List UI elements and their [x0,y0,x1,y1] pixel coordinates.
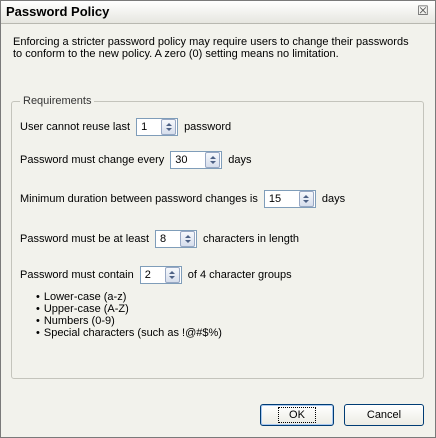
reuse-value[interactable]: 1 [137,121,161,133]
list-item: Numbers (0-9) [36,315,222,327]
change-every-row: Password must change every 30 days [20,151,252,169]
reuse-row: User cannot reuse last 1 password [20,118,231,136]
groups-label: Password must contain [20,269,134,281]
groups-spinner[interactable]: 2 [139,266,182,284]
password-policy-dialog: Password Policy ☒ Enforcing a stricter p… [0,0,436,438]
ok-button[interactable]: OK [260,404,334,426]
character-groups-list: Lower-case (a-z) Upper-case (A-Z) Number… [36,291,222,339]
reuse-label: User cannot reuse last [20,121,131,133]
spin-up-down-icon[interactable] [180,231,196,247]
groups-suffix: of 4 character groups [187,269,292,281]
cancel-button[interactable]: Cancel [344,404,424,426]
spin-up-down-icon[interactable] [161,119,177,135]
change-every-spinner[interactable]: 30 [170,151,223,169]
change-every-label: Password must change every [20,154,165,166]
min-length-spinner[interactable]: 8 [155,230,198,248]
dialog-title: Password Policy [6,4,110,19]
close-icon[interactable]: ☒ [416,4,430,18]
min-length-value[interactable]: 8 [156,233,180,245]
min-length-row: Password must be at least 8 characters i… [20,230,299,248]
spin-up-down-icon[interactable] [164,267,180,283]
min-duration-spinner[interactable]: 15 [263,190,316,208]
min-length-label: Password must be at least [20,233,150,245]
reuse-suffix: password [184,121,232,133]
groups-row: Password must contain 2 of 4 character g… [20,266,292,284]
change-every-suffix: days [228,154,252,166]
list-item: Upper-case (A-Z) [36,303,222,315]
requirements-legend: Requirements [20,95,95,107]
reuse-spinner[interactable]: 1 [136,118,179,136]
title-bar[interactable]: Password Policy ☒ [1,1,435,24]
list-item: Lower-case (a-z) [36,291,222,303]
min-duration-row: Minimum duration between password change… [20,190,345,208]
min-duration-label: Minimum duration between password change… [20,193,258,205]
min-length-suffix: characters in length [203,233,300,245]
spin-up-down-icon[interactable] [205,152,221,168]
description-text: Enforcing a stricter password policy may… [13,36,409,60]
min-duration-value[interactable]: 15 [265,193,299,205]
list-item: Special characters (such as !@#$%) [36,327,222,339]
change-every-value[interactable]: 30 [171,154,205,166]
spin-up-down-icon[interactable] [298,191,314,207]
min-duration-suffix: days [321,193,346,205]
groups-value[interactable]: 2 [141,269,165,281]
ok-button-label: OK [278,407,316,423]
